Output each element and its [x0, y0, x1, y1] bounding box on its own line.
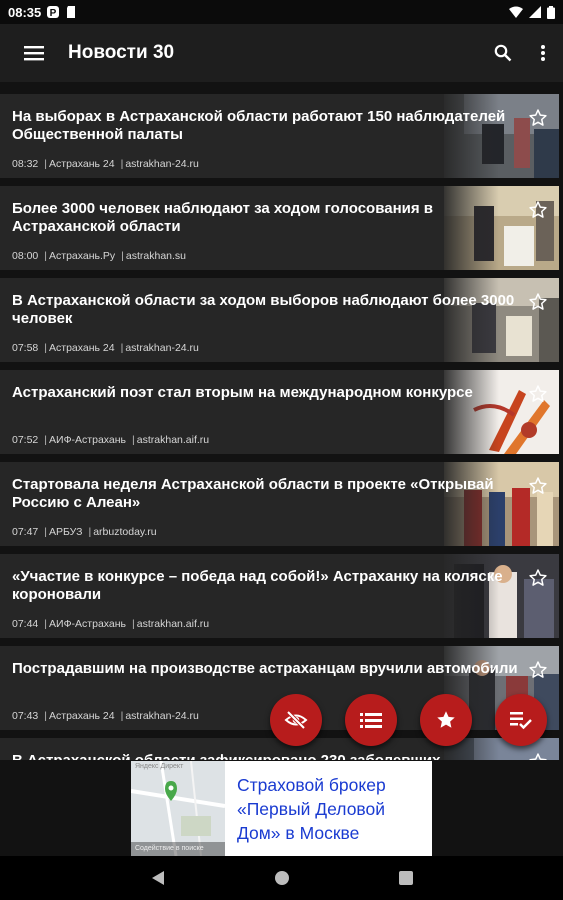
news-domain: astrakhan-24.ru	[125, 158, 199, 170]
status-time: 08:35	[8, 4, 42, 20]
news-source: Астрахань 24	[49, 158, 115, 170]
star-outline-icon[interactable]	[528, 752, 548, 760]
news-title: В Астраханской области зафиксировано 230…	[12, 752, 524, 760]
star-outline-icon[interactable]	[528, 292, 548, 312]
ad-text[interactable]: Страховой брокер «Первый Деловой Дом» в …	[225, 761, 432, 856]
news-card[interactable]: На выборах в Астраханской области работа…	[0, 94, 559, 178]
recents-button[interactable]	[394, 866, 418, 890]
mark-read-button[interactable]	[495, 694, 547, 746]
list-view-button[interactable]	[345, 694, 397, 746]
star-icon	[437, 711, 455, 728]
news-title: На выборах в Астраханской области работа…	[12, 108, 506, 143]
news-domain: astrakhan.su	[125, 250, 187, 262]
ad-banner[interactable]: Яндекс Директ Содействие в поиске Страхо…	[131, 761, 432, 856]
overflow-menu-button[interactable]	[523, 24, 563, 82]
list-icon	[360, 713, 382, 728]
news-meta: 08:32 | Астрахань 24 | astrakhan-24.ru	[12, 158, 199, 170]
page-title: Новости 30	[68, 42, 175, 63]
news-title: Пострадавшим на производстве астраханцам…	[12, 660, 518, 677]
news-domain: astrakhan.aif.ru	[136, 618, 210, 630]
news-source: Астрахань 24	[49, 342, 115, 354]
star-outline-icon[interactable]	[528, 660, 548, 680]
search-button[interactable]	[483, 24, 523, 82]
hamburger-menu-icon	[24, 46, 44, 61]
news-domain: astrakhan-24.ru	[125, 342, 199, 354]
battery-icon	[547, 5, 555, 19]
ad-map-caption: Содействие в поиске	[131, 842, 225, 856]
cellular-icon	[529, 6, 541, 18]
news-source: АИФ-Астрахань	[49, 434, 127, 446]
news-time: 07:58	[12, 342, 39, 354]
news-title: «Участие в конкурсе – победа над собой!»…	[12, 568, 503, 603]
news-card[interactable]: В Астраханской области за ходом выборов …	[0, 278, 559, 362]
search-icon	[494, 44, 512, 62]
news-card[interactable]: Стартовала неделя Астраханской области в…	[0, 462, 559, 546]
news-meta: 07:52 | АИФ-Астрахань | astrakhan.aif.ru	[12, 434, 210, 446]
star-outline-icon[interactable]	[528, 108, 548, 128]
star-outline-icon[interactable]	[528, 476, 548, 496]
news-title: В Астраханской области за ходом выборов …	[12, 292, 515, 327]
news-time: 08:00	[12, 250, 39, 262]
star-outline-icon[interactable]	[528, 200, 548, 220]
news-source: Астрахань.Ру	[49, 250, 116, 262]
news-card[interactable]: Астраханский поэт стал вторым на междуна…	[0, 370, 559, 454]
news-meta: 07:47 | АРБУЗ | arbuztoday.ru	[12, 526, 157, 538]
star-outline-icon[interactable]	[528, 384, 548, 404]
news-card[interactable]: Более 3000 человек наблюдают за ходом го…	[0, 186, 559, 270]
more-vert-icon	[541, 45, 545, 61]
notification-p-icon: P	[47, 6, 60, 18]
wifi-icon	[509, 6, 523, 18]
back-triangle-icon	[151, 871, 164, 885]
news-meta: 07:58 | Астрахань 24 | astrakhan-24.ru	[12, 342, 199, 354]
ad-label: Яндекс Директ	[135, 763, 184, 770]
status-bar: 08:35 P	[0, 0, 563, 24]
fab-row	[0, 694, 563, 748]
news-meta: 07:44 | АИФ-Астрахань | astrakhan.aif.ru	[12, 618, 210, 630]
home-button[interactable]	[270, 866, 294, 890]
back-button[interactable]	[146, 866, 170, 890]
news-card[interactable]: «Участие в конкурсе – победа над собой!»…	[0, 554, 559, 638]
playlist-check-icon	[510, 712, 532, 730]
news-list[interactable]: На выборах в Астраханской области работа…	[0, 90, 563, 760]
menu-button[interactable]	[0, 24, 68, 82]
star-outline-icon[interactable]	[528, 568, 548, 588]
news-time: 07:44	[12, 618, 39, 630]
svg-text:P: P	[50, 8, 57, 18]
news-title: Астраханский поэт стал вторым на междуна…	[12, 384, 473, 401]
eye-off-icon	[284, 710, 308, 730]
news-time: 07:52	[12, 434, 39, 446]
news-domain: astrakhan.aif.ru	[136, 434, 210, 446]
news-time: 07:47	[12, 526, 39, 538]
news-time: 08:32	[12, 158, 39, 170]
hide-read-button[interactable]	[270, 694, 322, 746]
news-source: АРБУЗ	[49, 526, 83, 538]
news-meta: 08:00 | Астрахань.Ру | astrakhan.su	[12, 250, 187, 262]
news-title: Более 3000 человек наблюдают за ходом го…	[12, 200, 434, 235]
recents-square-icon	[398, 871, 413, 885]
system-nav-bar	[0, 856, 563, 900]
favorites-button[interactable]	[420, 694, 472, 746]
ad-map-image: Яндекс Директ Содействие в поиске	[131, 761, 225, 856]
sim-card-icon	[67, 6, 76, 18]
app-bar: Новости 30	[0, 24, 563, 82]
news-source: АИФ-Астрахань	[49, 618, 127, 630]
news-title: Стартовала неделя Астраханской области в…	[12, 476, 494, 511]
news-domain: arbuztoday.ru	[93, 526, 157, 538]
home-circle-icon	[274, 871, 289, 885]
